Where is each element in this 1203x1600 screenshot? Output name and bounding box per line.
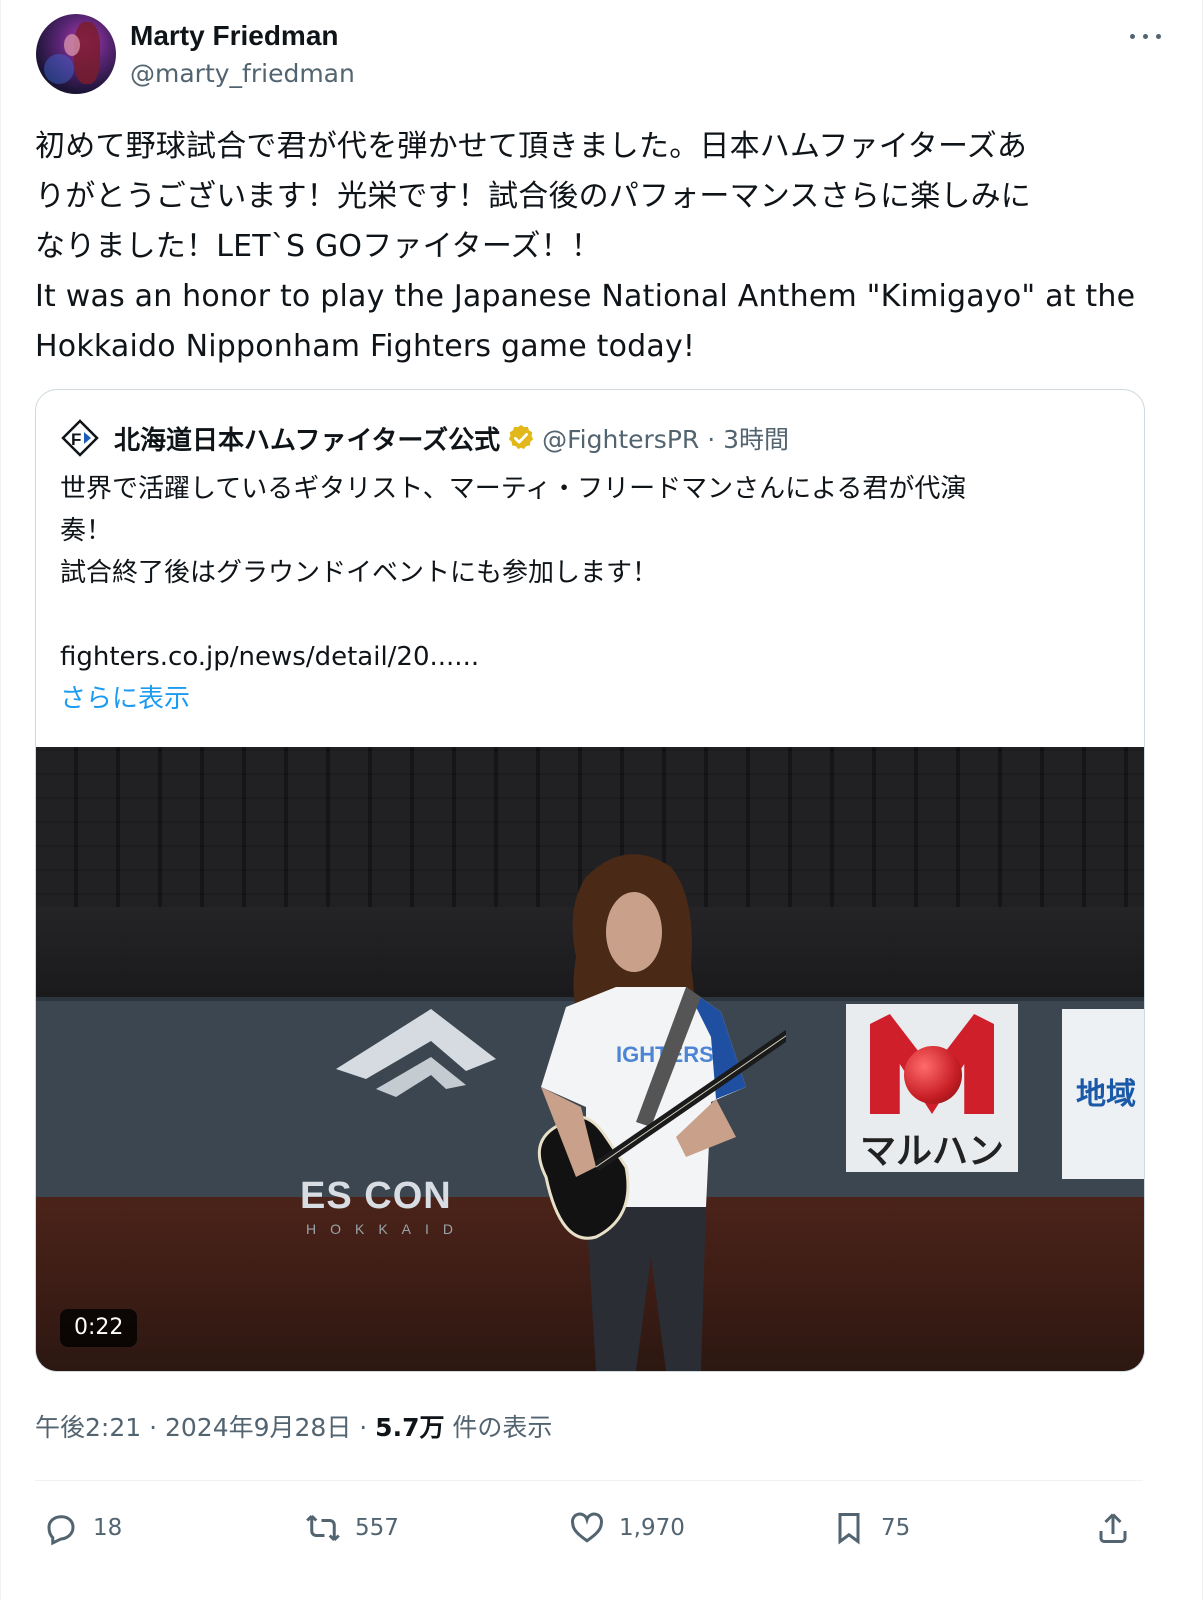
bookmark-icon — [838, 1513, 860, 1545]
sponsor-sign: マルハン — [846, 1004, 1018, 1172]
share-icon — [1099, 1513, 1127, 1543]
frame-left-border — [0, 0, 1, 1600]
quoted-handle-time: @FightersPR · 3時間 — [542, 425, 790, 454]
reply-button[interactable]: 18 — [43, 1500, 122, 1556]
reply-count: 18 — [93, 1515, 123, 1541]
verified-badge-icon — [508, 424, 534, 450]
share-button[interactable] — [1095, 1500, 1145, 1556]
sponsor-sign-right: 地域 — [1062, 1009, 1144, 1179]
divider — [35, 1480, 1143, 1481]
repost-count: 557 — [355, 1515, 399, 1541]
stadium-logo-icon — [336, 1009, 496, 1097]
stadium-sign-sub: HOKKAID — [306, 1221, 468, 1237]
sponsor-sign-right-text: 地域 — [1076, 1077, 1136, 1112]
repost-icon — [306, 1514, 340, 1542]
svg-text:F: F — [71, 430, 81, 449]
fighters-logo-icon: F — [61, 419, 99, 457]
quoted-author-name[interactable]: 北海道日本ハムファイターズ公式 — [114, 420, 500, 457]
more-icon[interactable] — [1126, 24, 1166, 48]
video-duration: 0:22 — [60, 1309, 138, 1347]
reply-icon — [47, 1515, 75, 1546]
quoted-tweet[interactable]: F 北海道日本ハムファイターズ公式 @FightersPR · 3時間 世界で活… — [35, 389, 1145, 1372]
author-names: Marty Friedman @marty_friedman — [130, 18, 355, 92]
action-bar: 18 557 1,970 75 — [35, 1500, 1143, 1556]
author-handle[interactable]: @marty_friedman — [130, 56, 355, 92]
repost-button[interactable]: 557 — [305, 1500, 399, 1556]
bookmark-count: 75 — [881, 1515, 911, 1541]
avatar[interactable] — [36, 14, 116, 94]
bookmark-button[interactable]: 75 — [831, 1500, 910, 1556]
guitarist-figure: IGHTERS — [537, 854, 786, 1371]
video-player[interactable]: ES CON HOKKAID マルハン 地域 IGHTERS — [36, 747, 1144, 1371]
tweet-meta: 午後2:21 · 2024年9月28日 · 5.7万 件の表示 — [35, 1408, 552, 1444]
show-more-link[interactable]: さらに表示 — [60, 678, 190, 715]
like-icon — [570, 1512, 604, 1543]
like-button[interactable]: 1,970 — [569, 1500, 685, 1556]
author-display-name[interactable]: Marty Friedman — [130, 18, 355, 54]
stadium-sign: ES CON — [300, 1175, 452, 1217]
tweet-timestamp[interactable]: 午後2:21 · 2024年9月28日 · — [35, 1413, 375, 1442]
quoted-tweet-header: F 北海道日本ハムファイターズ公式 @FightersPR · 3時間 — [60, 418, 789, 458]
sponsor-sign-text: マルハン — [859, 1131, 1004, 1172]
view-count: 5.7万 — [375, 1413, 445, 1442]
tweet-header: Marty Friedman @marty_friedman — [36, 14, 1166, 94]
tweet-text: 初めて野球試合で君が代を弾かせて頂きました。日本ハムファイターズあ りがとうござ… — [35, 129, 1136, 364]
view-count-label: 件の表示 — [444, 1413, 553, 1442]
like-count: 1,970 — [619, 1515, 685, 1541]
quoted-tweet-text: 世界で活躍しているギタリスト、マーティ・フリードマンさんによる君が代演 奏！ 試… — [60, 474, 967, 672]
